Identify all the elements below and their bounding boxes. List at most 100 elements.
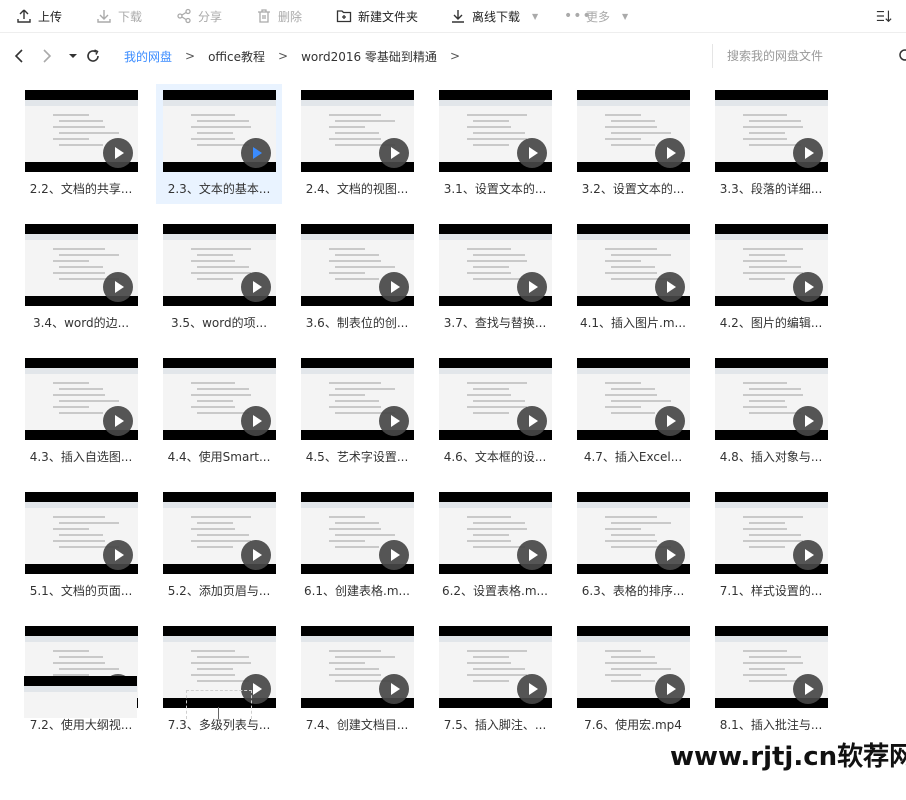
- play-icon[interactable]: [517, 674, 547, 704]
- play-icon[interactable]: [655, 272, 685, 302]
- file-tile[interactable]: 7.1、样式设置的...: [708, 486, 834, 606]
- file-tile[interactable]: 3.2、设置文本的...: [570, 84, 696, 204]
- file-tile[interactable]: 6.1、创建表格.m...: [294, 486, 420, 606]
- play-icon[interactable]: [241, 138, 271, 168]
- play-icon[interactable]: [517, 138, 547, 168]
- breadcrumb-word2016[interactable]: word2016 零基础到精通: [301, 48, 437, 65]
- file-tile[interactable]: 3.5、word的项...: [156, 218, 282, 338]
- file-tile[interactable]: 3.7、查找与替换...: [432, 218, 558, 338]
- chevron-down-icon[interactable]: ▼: [622, 12, 628, 21]
- play-icon[interactable]: [379, 138, 409, 168]
- more-button[interactable]: ••• 更多 ▼: [564, 0, 628, 32]
- play-icon[interactable]: [103, 138, 133, 168]
- download-label: 下载: [118, 9, 143, 24]
- file-tile[interactable]: 7.4、创建文档目...: [294, 620, 420, 740]
- file-name: 3.1、设置文本的...: [443, 182, 547, 196]
- video-thumbnail: [439, 90, 552, 172]
- share-button[interactable]: 分享: [176, 0, 222, 32]
- play-icon[interactable]: [517, 540, 547, 570]
- play-icon[interactable]: [379, 272, 409, 302]
- play-icon[interactable]: [793, 674, 823, 704]
- video-thumbnail: [715, 90, 828, 172]
- play-icon[interactable]: [517, 272, 547, 302]
- trash-icon: [258, 9, 270, 23]
- search-icon[interactable]: [897, 48, 906, 64]
- file-name: 3.7、查找与替换...: [443, 316, 547, 330]
- file-tile[interactable]: 2.2、文档的共享...: [18, 84, 144, 204]
- play-icon[interactable]: [793, 272, 823, 302]
- history-dropdown-icon[interactable]: [64, 47, 82, 65]
- sort-icon: [876, 10, 892, 23]
- forward-icon[interactable]: [38, 47, 56, 65]
- breadcrumb-separator: >: [449, 49, 460, 63]
- search-box: [712, 44, 906, 68]
- play-icon[interactable]: [655, 540, 685, 570]
- play-icon[interactable]: [103, 406, 133, 436]
- file-tile[interactable]: 4.6、文本框的设...: [432, 352, 558, 472]
- video-thumbnail: [577, 626, 690, 708]
- search-input[interactable]: [727, 47, 887, 65]
- file-tile[interactable]: 7.3、多级列表与...: [156, 620, 282, 740]
- more-label: 更多: [586, 9, 611, 24]
- offline-download-button[interactable]: 离线下载 ▼: [450, 0, 538, 32]
- play-icon[interactable]: [379, 540, 409, 570]
- play-icon[interactable]: [655, 406, 685, 436]
- file-tile[interactable]: 4.8、插入对象与...: [708, 352, 834, 472]
- sort-button[interactable]: [876, 0, 898, 32]
- file-name: 4.7、插入Excel...: [583, 450, 683, 464]
- file-tile[interactable]: 4.5、艺术字设置...: [294, 352, 420, 472]
- nav-bar: 我的网盘 > office教程 > word2016 零基础到精通 >: [0, 38, 906, 74]
- play-icon[interactable]: [655, 674, 685, 704]
- new-folder-button[interactable]: 新建文件夹: [336, 0, 418, 32]
- file-tile[interactable]: 2.3、文本的基本...: [156, 84, 282, 204]
- play-icon[interactable]: [241, 406, 271, 436]
- file-tile[interactable]: 5.1、文档的页面...: [18, 486, 144, 606]
- file-tile[interactable]: 8.1、插入批注与...: [708, 620, 834, 740]
- file-tile[interactable]: 3.6、制表位的创...: [294, 218, 420, 338]
- file-tile[interactable]: 6.2、设置表格.m...: [432, 486, 558, 606]
- breadcrumb-office-tutorial[interactable]: office教程: [208, 48, 265, 65]
- delete-button[interactable]: 删除: [256, 0, 302, 32]
- file-tile[interactable]: 4.7、插入Excel...: [570, 352, 696, 472]
- video-thumbnail: [301, 224, 414, 306]
- file-tile[interactable]: 7.6、使用宏.mp4: [570, 620, 696, 740]
- play-icon[interactable]: [379, 406, 409, 436]
- file-tile[interactable]: 6.3、表格的排序...: [570, 486, 696, 606]
- file-tile[interactable]: 4.3、插入自选图...: [18, 352, 144, 472]
- file-tile[interactable]: 2.4、文档的视图...: [294, 84, 420, 204]
- file-thumbnail-partial[interactable]: [24, 676, 137, 718]
- file-name: 8.1、插入批注与...: [719, 718, 823, 732]
- file-tile[interactable]: 7.5、插入脚注、...: [432, 620, 558, 740]
- upload-button[interactable]: 上传: [16, 0, 62, 32]
- play-icon[interactable]: [793, 406, 823, 436]
- play-icon[interactable]: [103, 272, 133, 302]
- file-tile[interactable]: 4.4、使用Smart...: [156, 352, 282, 472]
- play-icon[interactable]: [655, 138, 685, 168]
- file-tile[interactable]: 5.2、添加页眉与...: [156, 486, 282, 606]
- breadcrumb-separator: >: [185, 49, 196, 63]
- upload-placeholder[interactable]: [186, 690, 252, 719]
- play-icon[interactable]: [793, 138, 823, 168]
- play-icon[interactable]: [793, 540, 823, 570]
- play-icon[interactable]: [379, 674, 409, 704]
- download-button[interactable]: 下载: [96, 0, 142, 32]
- video-thumbnail: [715, 358, 828, 440]
- file-tile[interactable]: 3.1、设置文本的...: [432, 84, 558, 204]
- file-tile[interactable]: 4.2、图片的编辑...: [708, 218, 834, 338]
- chevron-down-icon[interactable]: ▼: [532, 12, 538, 21]
- play-icon[interactable]: [241, 540, 271, 570]
- file-tile[interactable]: 4.1、插入图片.m...: [570, 218, 696, 338]
- video-thumbnail: [577, 492, 690, 574]
- file-name: 2.3、文本的基本...: [167, 182, 271, 196]
- video-thumbnail: [715, 224, 828, 306]
- play-icon[interactable]: [517, 406, 547, 436]
- file-name: 4.6、文本框的设...: [443, 450, 547, 464]
- breadcrumb-my-disk[interactable]: 我的网盘: [124, 48, 172, 65]
- share-label: 分享: [198, 9, 223, 24]
- back-icon[interactable]: [10, 47, 28, 65]
- file-tile[interactable]: 3.3、段落的详细...: [708, 84, 834, 204]
- refresh-icon[interactable]: [84, 47, 102, 65]
- play-icon[interactable]: [241, 272, 271, 302]
- file-tile[interactable]: 3.4、word的边...: [18, 218, 144, 338]
- play-icon[interactable]: [103, 540, 133, 570]
